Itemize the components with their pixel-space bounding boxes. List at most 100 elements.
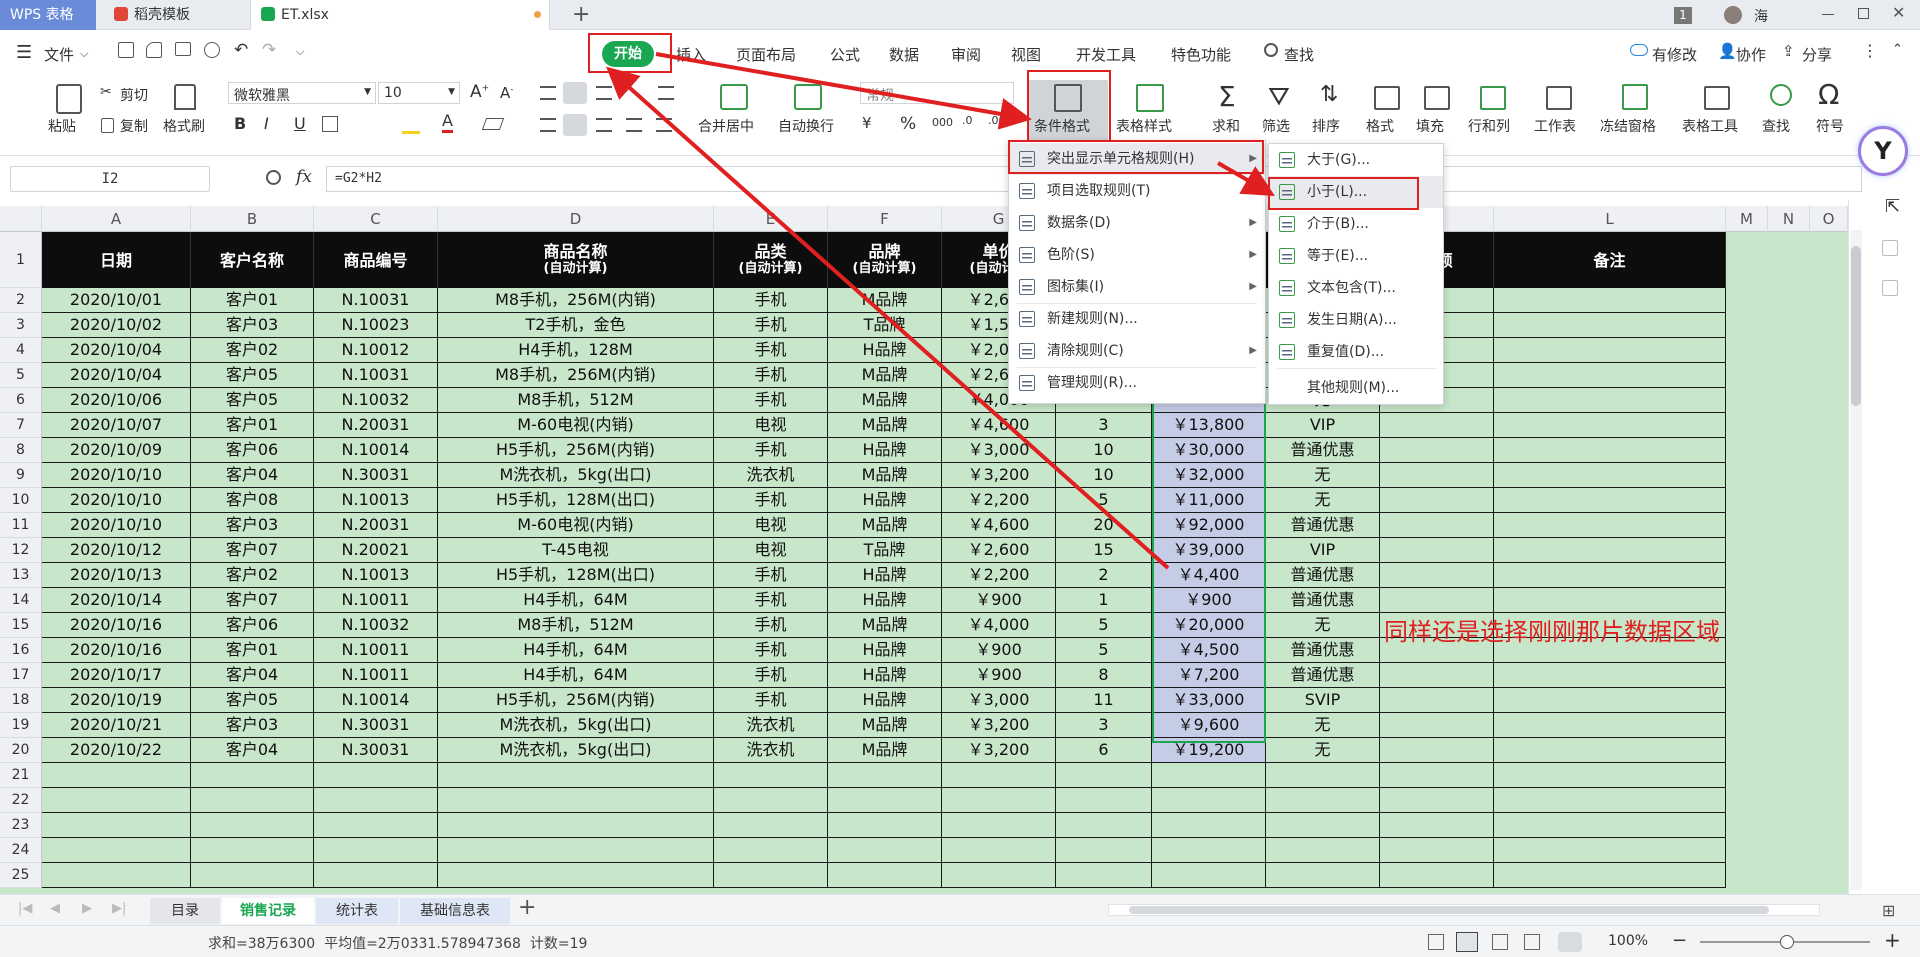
cell-col-b-row[interactable]: 客户07 — [191, 588, 314, 613]
cell-col-k-row[interactable] — [1380, 438, 1494, 463]
cell-col-j-row[interactable]: 无 — [1266, 613, 1380, 638]
empty-cell[interactable] — [1056, 763, 1152, 788]
bold-button[interactable]: B — [234, 114, 246, 133]
cell-col-h-row[interactable]: 20 — [1056, 513, 1152, 538]
cell-col-d-row[interactable]: M洗衣机，5kg(出口) — [438, 713, 714, 738]
restore-icon[interactable] — [1858, 8, 1869, 19]
cell-col-c-row[interactable]: N.10032 — [314, 388, 438, 413]
row-header-2[interactable]: 2 — [0, 288, 42, 313]
font-size-select[interactable]: 10 ▼ — [378, 82, 460, 104]
undo-icon[interactable]: ↶ — [234, 40, 248, 60]
indent-icon[interactable] — [658, 86, 674, 100]
cell-col-h-row[interactable]: 5 — [1056, 638, 1152, 663]
rowcol-icon[interactable] — [1480, 86, 1506, 110]
cell-col-c-row[interactable]: N.10013 — [314, 563, 438, 588]
freeze-icon[interactable] — [1622, 84, 1648, 110]
print-icon[interactable] — [175, 42, 191, 56]
empty-cell[interactable] — [1152, 863, 1266, 888]
sort-button[interactable]: 排序 — [1312, 116, 1340, 136]
cell-col-g-row[interactable]: ￥900 — [942, 663, 1056, 688]
cell-col-e-row[interactable]: 手机 — [714, 488, 828, 513]
row-header-24[interactable]: 24 — [0, 838, 42, 863]
header-cell-col-f[interactable]: 品牌 (自动计算) — [828, 232, 942, 288]
empty-cell[interactable] — [191, 763, 314, 788]
cell-col-d-row[interactable]: M-60电视(内销) — [438, 513, 714, 538]
cell-col-k-row[interactable] — [1380, 738, 1494, 763]
cell-col-a-row[interactable]: 2020/10/12 — [42, 538, 191, 563]
cell-col-j-row[interactable]: 无 — [1266, 713, 1380, 738]
empty-cell[interactable] — [1152, 838, 1266, 863]
eye-icon[interactable] — [1558, 932, 1582, 952]
cell-col-f-row[interactable]: H品牌 — [828, 588, 942, 613]
selection-stats[interactable]: 求和=38万6300 平均值=2万0331.578947368 计数=19 — [208, 933, 587, 953]
sheet-tab-index[interactable]: 目录 — [150, 898, 220, 924]
empty-cell[interactable] — [1152, 813, 1266, 838]
row-header-13[interactable]: 13 — [0, 563, 42, 588]
cell-col-b-row[interactable]: 客户08 — [191, 488, 314, 513]
header-cell-col-b[interactable]: 客户名称 — [191, 232, 314, 288]
column-header-c[interactable]: C — [314, 206, 438, 232]
cell-col-l-row[interactable] — [1494, 388, 1726, 413]
empty-cell[interactable] — [714, 838, 828, 863]
zoom-value[interactable]: 100% — [1608, 933, 1648, 949]
currency-icon[interactable]: ¥ — [862, 114, 872, 132]
cut-button[interactable]: 剪切 — [120, 85, 148, 105]
merge-center-icon[interactable] — [720, 84, 748, 110]
cell-col-l-row[interactable] — [1494, 738, 1726, 763]
last-sheet-icon[interactable]: ▶| — [112, 901, 126, 916]
cell-col-a-row[interactable]: 2020/10/10 — [42, 488, 191, 513]
tab-page-layout[interactable]: 页面布局 — [736, 44, 796, 65]
cell-col-k-row[interactable] — [1380, 713, 1494, 738]
wrap-text-icon[interactable] — [794, 84, 822, 110]
empty-cell[interactable] — [1494, 838, 1726, 863]
cell-col-c-row[interactable]: N.30031 — [314, 463, 438, 488]
hscroll-thumb[interactable] — [1129, 906, 1769, 914]
cell-col-c-row[interactable]: N.20021 — [314, 538, 438, 563]
column-header-m[interactable]: M — [1726, 206, 1768, 232]
cell-col-e-row[interactable]: 手机 — [714, 638, 828, 663]
cell-col-d-row[interactable]: H5手机，128M(出口) — [438, 488, 714, 513]
cell-col-e-row[interactable]: 手机 — [714, 363, 828, 388]
zoom-formula-icon[interactable] — [266, 170, 281, 185]
cell-col-a-row[interactable]: 2020/10/16 — [42, 613, 191, 638]
font-name-select[interactable]: 微软雅黑 ▼ — [228, 82, 376, 104]
modified-status[interactable]: 有修改 — [1652, 44, 1697, 65]
empty-cell[interactable] — [942, 838, 1056, 863]
header-cell-col-d[interactable]: 商品名称 (自动计算) — [438, 232, 714, 288]
wrap-text-button[interactable]: 自动换行 — [778, 116, 834, 136]
cell-col-b-row[interactable]: 客户03 — [191, 513, 314, 538]
cell-col-b-row[interactable]: 客户04 — [191, 663, 314, 688]
cell-col-c-row[interactable]: N.10011 — [314, 588, 438, 613]
decrease-font-icon[interactable]: A- — [500, 84, 514, 102]
row-header-4[interactable]: 4 — [0, 338, 42, 363]
row-header-5[interactable]: 5 — [0, 363, 42, 388]
cell-col-g-row[interactable]: ￥3,000 — [942, 438, 1056, 463]
empty-cell[interactable] — [828, 863, 942, 888]
more-icon[interactable]: ⋮ — [1862, 41, 1878, 60]
empty-cell[interactable] — [191, 863, 314, 888]
empty-cell[interactable] — [714, 863, 828, 888]
cell-col-h-row[interactable]: 2 — [1056, 563, 1152, 588]
empty-cell[interactable] — [1380, 813, 1494, 838]
empty-cell[interactable] — [1380, 838, 1494, 863]
format-icon[interactable] — [1374, 86, 1400, 110]
cell-col-l-row[interactable] — [1494, 588, 1726, 613]
cursor-icon[interactable]: ⇱ — [1885, 196, 1900, 217]
tab-wps-sheets[interactable]: WPS 表格 — [0, 0, 96, 30]
row-header-6[interactable]: 6 — [0, 388, 42, 413]
cell-col-b-row[interactable]: 客户07 — [191, 538, 314, 563]
name-box[interactable]: I2 — [10, 166, 210, 192]
cell-col-d-row[interactable]: M8手机，256M(内销) — [438, 363, 714, 388]
cell-col-f-row[interactable]: M品牌 — [828, 713, 942, 738]
assistant-icon[interactable]: Y — [1858, 126, 1908, 176]
align-left-icon[interactable] — [540, 118, 556, 132]
empty-cell[interactable] — [314, 763, 438, 788]
horizontal-scrollbar[interactable] — [1108, 904, 1820, 916]
cell-col-f-row[interactable]: M品牌 — [828, 738, 942, 763]
cell-col-d-row[interactable]: M8手机，512M — [438, 388, 714, 413]
cell-col-l-row[interactable] — [1494, 338, 1726, 363]
cell-col-e-row[interactable]: 洗衣机 — [714, 713, 828, 738]
empty-cell[interactable] — [1380, 863, 1494, 888]
cell-col-g-row[interactable]: ￥4,600 — [942, 513, 1056, 538]
cell-col-d-row[interactable]: H4手机，64M — [438, 638, 714, 663]
